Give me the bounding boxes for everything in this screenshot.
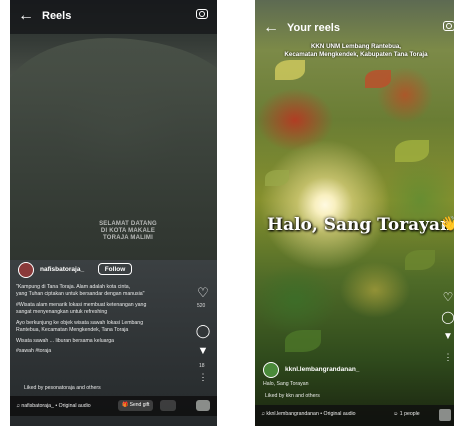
share-icon[interactable]: ▼ (194, 344, 212, 364)
audio-label[interactable]: ♫ kknl.lembangrandanan • Original audio (261, 411, 356, 417)
action-column: ♡ ◯ ▼ ⋮ (194, 286, 212, 390)
audio-label[interactable]: ♫ nafisbatoraja_ • Original audio (16, 403, 91, 409)
more-icon[interactable]: ⋮ (441, 350, 454, 370)
follow-button[interactable]: Follow (98, 263, 132, 275)
share-icon[interactable]: ▼ (441, 330, 454, 350)
share-count: 18 (199, 363, 205, 369)
camera-icon[interactable] (196, 9, 208, 19)
waving-hand-icon: 👋 (440, 215, 454, 231)
caption-text[interactable]: "Kampung di Tana Toraja. Alam adalah kot… (16, 284, 194, 355)
username[interactable]: kknl.lembangrandanan_ (285, 366, 359, 373)
avatar[interactable] (263, 362, 279, 378)
collaborator-icon[interactable] (160, 400, 176, 411)
leaf (265, 170, 289, 186)
arrow-left-icon[interactable]: ← (263, 20, 279, 36)
reels-screen-right: ← Your reels KKN UNM Lembang Rantebua, K… (255, 0, 454, 426)
heart-icon[interactable]: ♡ (441, 290, 454, 310)
camera-icon[interactable] (443, 21, 454, 31)
comment-icon[interactable]: ◯ (194, 324, 212, 344)
leaf (365, 70, 391, 88)
liked-by-text[interactable]: Liked by kkn and others (265, 393, 320, 400)
arrow-left-icon[interactable]: ← (18, 8, 34, 24)
caption-text[interactable]: Halo, Sang Torayan (263, 381, 308, 388)
reels-screen-left: ← Reels SELAMAT DATANG DI KOTA MAKALE TO… (10, 0, 217, 426)
send-gift-button[interactable]: 🎁 Send gift (118, 400, 154, 411)
leaf (275, 60, 305, 80)
more-icon[interactable]: ⋮ (194, 370, 212, 390)
video-headline: Halo, Sang Torayan (267, 215, 453, 235)
welcome-sign: SELAMAT DATANG DI KOTA MAKALE TORAJA MAL… (99, 221, 157, 241)
username[interactable]: nafisbatoraja_ (40, 266, 84, 273)
video-overlay-text: KKN UNM Lembang Rantebua, Kecamatan Meng… (284, 43, 428, 58)
audio-thumbnail-icon[interactable] (196, 400, 210, 411)
leaf (395, 140, 429, 162)
leaf (405, 250, 435, 270)
like-count: 520 (197, 303, 206, 309)
audio-thumbnail-icon[interactable] (439, 409, 451, 421)
liked-by-text[interactable]: Liked by pesonatoraja and others (24, 385, 101, 392)
action-column: ♡ ◯ ▼ ⋮ (441, 290, 454, 370)
page-title: Your reels (287, 22, 340, 34)
leaf (285, 330, 321, 352)
avatar[interactable] (18, 262, 34, 278)
page-title: Reels (42, 10, 72, 22)
top-bar (255, 18, 454, 36)
comment-icon[interactable]: ◯ (441, 310, 454, 330)
people-tag[interactable]: ☺ 1 people (393, 411, 420, 417)
